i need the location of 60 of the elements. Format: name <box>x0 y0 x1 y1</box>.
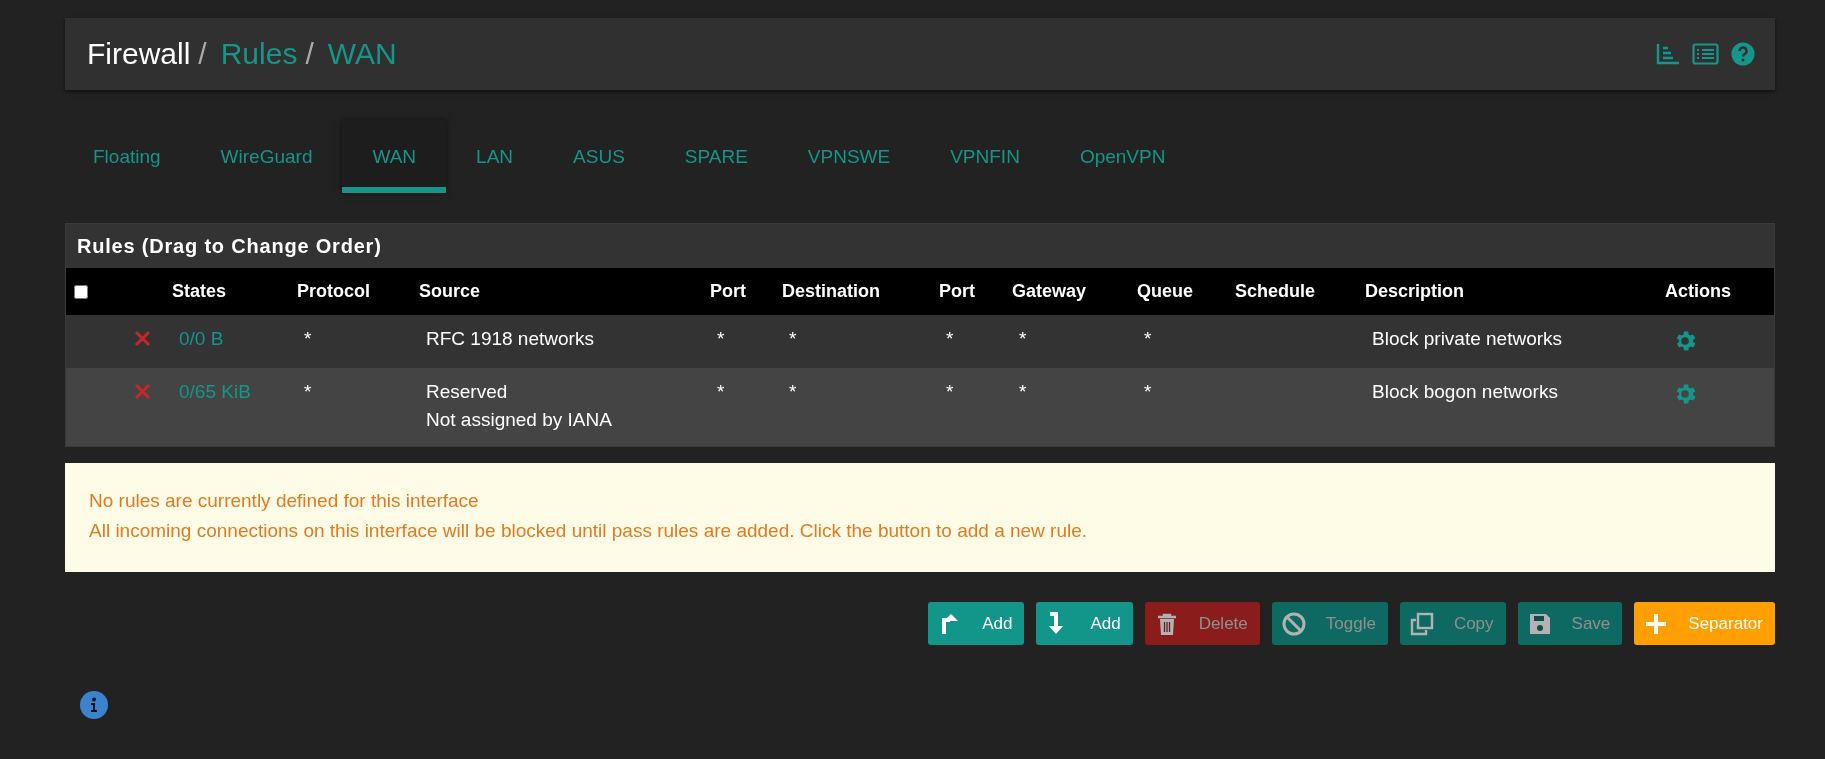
table-cell: Reserved <box>426 381 508 403</box>
alert-message: All incoming connections on this interface will be blocked until pass rules are added. Click the button to add a new rule. <box>89 520 1089 542</box>
tab[interactable]: Floating <box>65 120 191 193</box>
states-link[interactable]: 0/0 B <box>166 328 291 359</box>
table-cell-text: * <box>303 328 313 351</box>
panel-title: Rules (Drag to Change Order) <box>77 234 382 258</box>
breadcrumb-separator: / <box>198 37 207 71</box>
copy-icon <box>1409 611 1434 636</box>
table-cell-text: * <box>788 328 798 351</box>
block-icon <box>134 330 151 347</box>
column-header[interactable]: States <box>166 281 291 302</box>
tab[interactable]: ASUS <box>543 120 655 193</box>
table-cell: Not assigned by IANA <box>426 409 612 431</box>
no-entry-icon <box>1281 611 1306 636</box>
column-header[interactable]: Port <box>704 281 776 302</box>
tab[interactable]: VPNSWE <box>777 120 921 193</box>
table-cell-text: Block private networks <box>1371 328 1564 351</box>
table-cell-text: * <box>1018 328 1028 351</box>
tab[interactable]: LAN <box>446 120 544 193</box>
list-icon[interactable] <box>1692 43 1719 65</box>
column-header[interactable]: Destination <box>776 281 933 302</box>
breadcrumb-link[interactable]: WAN <box>327 37 397 71</box>
column-header[interactable]: Gateway <box>1006 281 1131 302</box>
floppy-icon <box>1527 611 1552 636</box>
block-icon <box>134 383 151 400</box>
table-cell-text: * <box>716 328 726 351</box>
alert-title: No rules are currently defined for this interface <box>89 490 480 512</box>
table-cell-text: Block bogon networks <box>1371 381 1559 404</box>
column-header[interactable]: Source <box>413 281 704 302</box>
column-header[interactable]: Port <box>933 281 1006 302</box>
table-cell-text: * <box>1143 381 1153 404</box>
chart-icon[interactable] <box>1656 43 1680 65</box>
help-icon[interactable] <box>1731 42 1755 66</box>
tab[interactable]: OpenVPN <box>1049 120 1196 193</box>
tab[interactable]: WireGuard <box>190 120 343 193</box>
info-icon[interactable] <box>80 691 108 719</box>
breadcrumb-link[interactable]: Rules <box>220 37 298 71</box>
tab[interactable]: SPARE <box>654 120 778 193</box>
breadcrumb-separator: / <box>305 37 314 71</box>
table-cell: RFC 1918 networks <box>426 328 594 350</box>
table-cell-text: * <box>945 328 955 351</box>
table-cell-text: * <box>303 381 313 404</box>
table-cell-text: * <box>788 381 798 404</box>
table-cell-text: * <box>1143 328 1153 351</box>
tab[interactable]: WAN <box>342 120 447 193</box>
add-button[interactable]: Add <box>1036 602 1133 645</box>
add-button[interactable]: Add <box>928 602 1025 645</box>
column-header[interactable]: Description <box>1359 281 1659 302</box>
column-header[interactable]: Protocol <box>291 281 413 302</box>
table-cell-text: * <box>716 381 726 404</box>
column-header[interactable]: Actions <box>1659 281 1776 302</box>
states-link[interactable]: 0/65 KiB <box>166 381 291 433</box>
table-cell-text: * <box>1018 381 1028 404</box>
column-header[interactable]: Schedule <box>1229 281 1359 302</box>
page-title: Firewall <box>87 37 191 71</box>
table-cell-text: * <box>945 381 955 404</box>
select-all-checkbox[interactable] <box>74 284 88 299</box>
plus-icon <box>1644 611 1669 636</box>
tab[interactable]: VPNFIN <box>920 120 1050 193</box>
column-header[interactable]: Queue <box>1131 281 1229 302</box>
